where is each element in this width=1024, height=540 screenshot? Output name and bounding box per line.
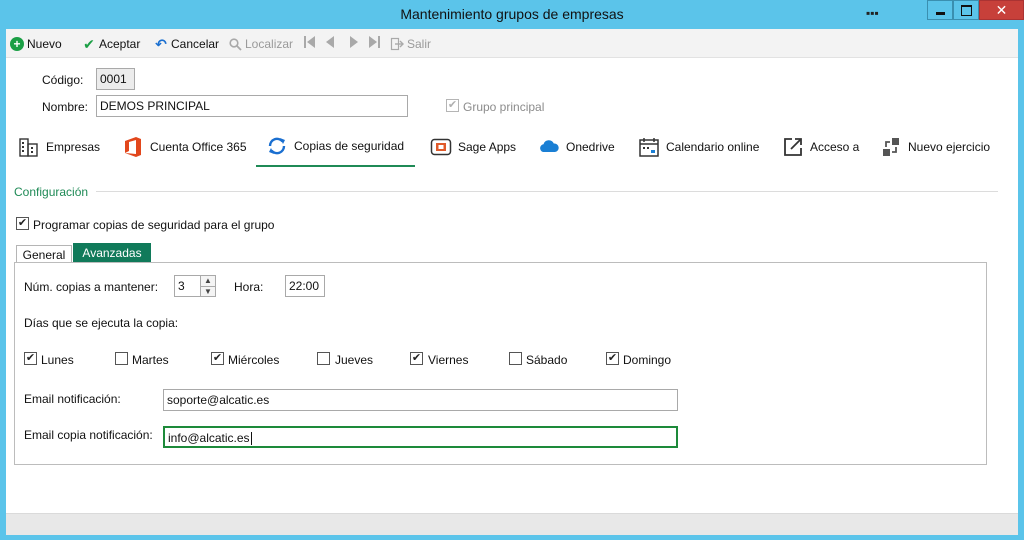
- more-options-icon[interactable]: ▪▪▪: [866, 6, 879, 20]
- tab-sage-apps[interactable]: Sage Apps: [430, 127, 516, 167]
- day-checkbox-jueves[interactable]: [317, 352, 330, 365]
- transfer-icon: [880, 136, 902, 158]
- title-bar[interactable]: Mantenimiento grupos de empresas ▪▪▪ ✕: [0, 0, 1024, 28]
- day-checkbox-miercoles[interactable]: ✔: [211, 352, 224, 365]
- tab-onedrive[interactable]: Onedrive: [538, 127, 615, 167]
- day-checkbox-lunes[interactable]: ✔: [24, 352, 37, 365]
- tab-office365-label: Cuenta Office 365: [150, 140, 247, 154]
- hora-label: Hora:: [234, 280, 264, 294]
- aceptar-button[interactable]: ✔ Aceptar: [82, 35, 140, 53]
- tab-calendario-online-label: Calendario online: [666, 140, 760, 154]
- cancelar-button[interactable]: ↶ Cancelar: [154, 35, 219, 53]
- tab-calendario-online[interactable]: Calendario online: [638, 127, 759, 167]
- tab-empresas[interactable]: Empresas: [18, 127, 100, 167]
- salir-label: Salir: [407, 37, 432, 51]
- search-icon: [228, 37, 242, 51]
- tab-onedrive-label: Onedrive: [566, 140, 615, 154]
- last-record-icon[interactable]: [368, 35, 381, 52]
- day-label-sabado: Sábado: [526, 353, 568, 367]
- close-icon: ✕: [995, 1, 1008, 18]
- main-content: + Nuevo ✔ Aceptar ↶ Cancelar Localizar S…: [6, 29, 1018, 535]
- tab-acceso-a-label: Acceso a: [810, 140, 860, 154]
- day-label-jueves: Jueves: [335, 353, 374, 367]
- building-icon: [18, 136, 40, 158]
- tab-copias-seguridad[interactable]: Copias de seguridad: [256, 127, 415, 167]
- email-copia-value: info@alcatic.es: [168, 431, 250, 445]
- section-title: Configuración: [14, 185, 89, 199]
- tab-sage-apps-label: Sage Apps: [458, 140, 517, 154]
- email-input[interactable]: soporte@alcatic.es: [163, 389, 678, 411]
- day-label-lunes: Lunes: [41, 353, 74, 367]
- nombre-label: Nombre:: [42, 100, 89, 114]
- check-icon: ✔: [83, 35, 95, 52]
- stepper-down-icon[interactable]: ▼: [201, 286, 215, 296]
- codigo-label: Código:: [42, 73, 84, 87]
- codigo-field[interactable]: 0001: [96, 68, 135, 90]
- tab-nuevo-ejercicio[interactable]: Nuevo ejercicio: [880, 127, 990, 167]
- stepper-up-icon[interactable]: ▲: [201, 276, 215, 286]
- tab-nuevo-ejercicio-label: Nuevo ejercicio: [908, 140, 991, 154]
- external-link-icon: [782, 136, 804, 158]
- status-bar: [6, 513, 1018, 535]
- maximize-button[interactable]: [953, 0, 979, 20]
- cancelar-label: Cancelar: [171, 37, 220, 51]
- sync-icon: [266, 135, 288, 157]
- day-checkbox-martes[interactable]: [115, 352, 128, 365]
- email-copia-label: Email copia notificación:: [24, 428, 153, 442]
- plus-icon: +: [10, 37, 24, 51]
- day-label-miercoles: Miércoles: [228, 353, 280, 367]
- minimize-button[interactable]: [927, 0, 953, 20]
- nuevo-label: Nuevo: [27, 37, 62, 51]
- grupo-principal-checkbox[interactable]: ✔: [446, 99, 459, 112]
- exit-icon: [390, 37, 404, 51]
- text-caret: [250, 432, 252, 446]
- day-checkbox-sabado[interactable]: [509, 352, 522, 365]
- localizar-button[interactable]: Localizar: [228, 35, 293, 53]
- main-tabbar: Empresas Cuenta Office 365 Copias de seg…: [6, 127, 1018, 167]
- close-button[interactable]: ✕: [979, 0, 1024, 20]
- dias-label: Días que se ejecuta la copia:: [24, 316, 179, 330]
- day-label-martes: Martes: [132, 353, 169, 367]
- subtab-avanzadas[interactable]: Avanzadas: [73, 243, 151, 263]
- num-copias-input[interactable]: 3: [174, 275, 201, 297]
- tab-acceso-a[interactable]: Acceso a: [782, 127, 859, 167]
- salir-button[interactable]: Salir: [390, 35, 431, 53]
- subtab-general[interactable]: General: [16, 245, 72, 263]
- aceptar-label: Aceptar: [99, 37, 141, 51]
- grupo-principal-label: Grupo principal: [463, 100, 545, 114]
- day-label-domingo: Domingo: [623, 353, 672, 367]
- application-window: Mantenimiento grupos de empresas ▪▪▪ ✕ +…: [0, 0, 1024, 540]
- num-copias-label: Núm. copias a mantener:: [24, 280, 159, 294]
- calendar-icon: [638, 136, 660, 158]
- next-record-icon[interactable]: [349, 35, 360, 52]
- programar-label: Programar copias de seguridad para el gr…: [33, 218, 275, 232]
- nombre-field[interactable]: DEMOS PRINCIPAL: [96, 95, 408, 117]
- undo-icon: ↶: [155, 35, 167, 52]
- tab-empresas-label: Empresas: [46, 140, 101, 154]
- email-label: Email notificación:: [24, 392, 121, 406]
- num-copias-stepper[interactable]: ▲ ▼: [200, 275, 216, 297]
- previous-record-icon[interactable]: [324, 35, 335, 52]
- tab-copias-seguridad-label: Copias de seguridad: [294, 139, 405, 153]
- programar-checkbox[interactable]: ✔: [16, 217, 29, 230]
- tab-office365[interactable]: Cuenta Office 365: [122, 127, 247, 167]
- toolbar: + Nuevo ✔ Aceptar ↶ Cancelar Localizar S…: [6, 29, 1018, 58]
- nuevo-button[interactable]: + Nuevo: [10, 35, 62, 53]
- section-divider: [96, 191, 998, 192]
- first-record-icon[interactable]: [303, 35, 316, 52]
- cloud-icon: [538, 136, 560, 158]
- email-copia-input[interactable]: info@alcatic.es: [163, 426, 678, 448]
- localizar-label: Localizar: [245, 37, 294, 51]
- day-label-viernes: Viernes: [428, 353, 469, 367]
- apps-icon: [430, 136, 452, 158]
- day-checkbox-domingo[interactable]: ✔: [606, 352, 619, 365]
- office-icon: [122, 136, 144, 158]
- hora-input[interactable]: 22:00: [285, 275, 325, 297]
- day-checkbox-viernes[interactable]: ✔: [410, 352, 423, 365]
